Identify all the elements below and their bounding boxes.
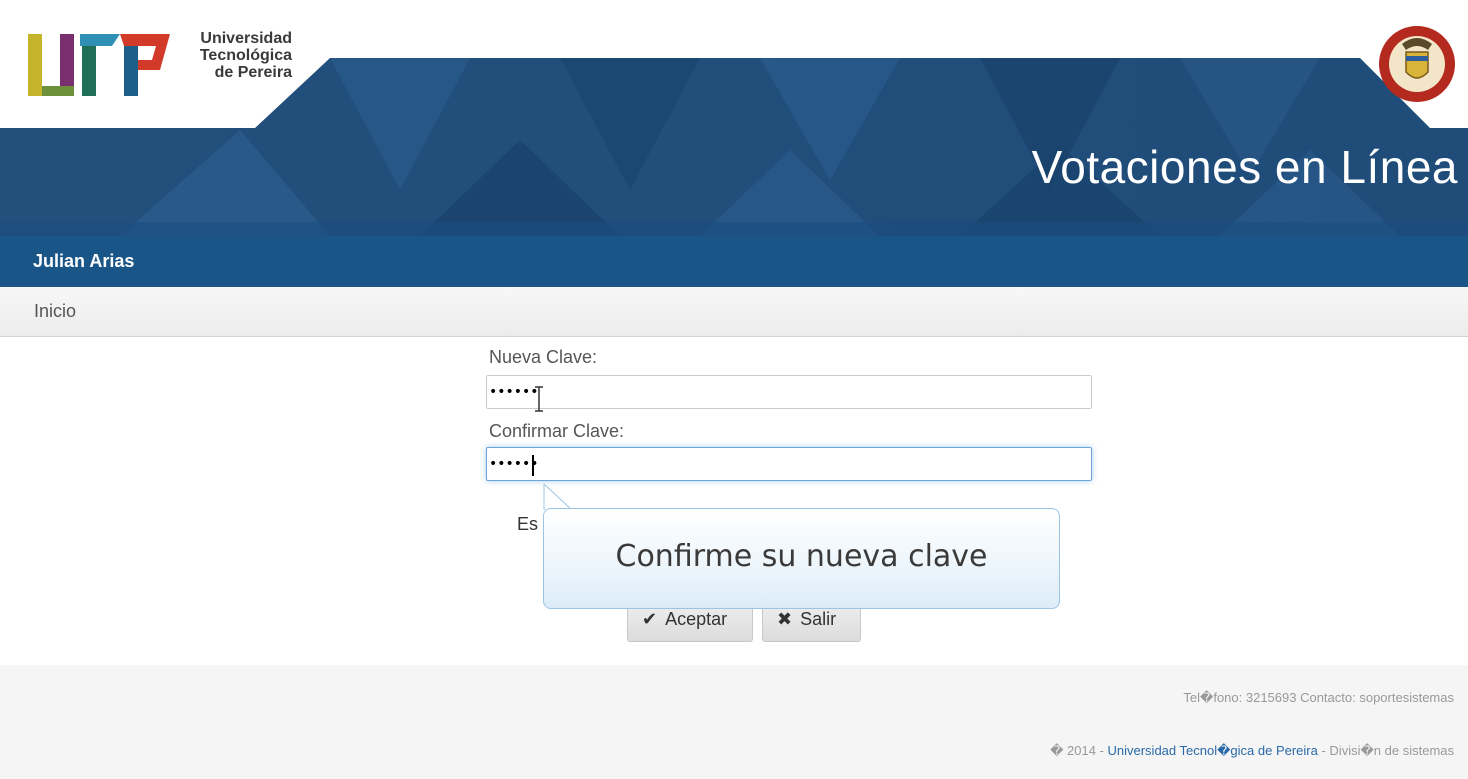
coat-of-arms-icon <box>1379 26 1455 102</box>
division-suffix: - Divisi�n de sistemas <box>1317 743 1454 758</box>
app-title: Votaciones en Línea <box>1031 141 1458 193</box>
confirm-password-field[interactable] <box>486 447 1092 481</box>
header: Universidad Tecnológica de Pereira Votac… <box>0 0 1468 236</box>
text-caret <box>532 455 534 476</box>
logo-line-3: de Pereira <box>214 64 292 81</box>
partially-hidden-text: Es <box>517 514 539 534</box>
utp-logo-text: Universidad Tecnológica de Pereira <box>192 30 312 81</box>
logo-line-1: Universidad <box>200 30 292 47</box>
check-icon: ✔ <box>642 609 658 629</box>
university-link[interactable]: Universidad Tecnol�gica de Pereira <box>1107 743 1317 758</box>
logo-line-2: Tecnológica <box>199 47 292 64</box>
close-icon: ✖ <box>777 609 793 629</box>
confirm-password-tooltip: Confirme su nueva clave <box>543 508 1060 609</box>
tooltip-arrow <box>543 484 573 510</box>
footer-contact: Tel�fono: 3215693 Contacto: soportesiste… <box>1183 690 1454 705</box>
footer: Tel�fono: 3215693 Contacto: soportesiste… <box>0 665 1468 779</box>
colombia-seal <box>1376 14 1458 114</box>
user-bar: Julian Arias <box>0 236 1468 287</box>
text-cursor-icon <box>535 386 543 412</box>
confirm-password-label: Confirmar Clave: <box>489 421 625 441</box>
utp-logo: Universidad Tecnológica de Pereira <box>20 16 320 116</box>
exit-button-label: Salir <box>800 609 837 629</box>
new-password-label: Nueva Clave: <box>489 347 598 367</box>
footer-copyright: � 2014 - Universidad Tecnol�gica de Pere… <box>1050 743 1454 759</box>
utp-logo-icon <box>28 34 170 96</box>
nav-inicio-link[interactable]: Inicio <box>34 301 76 322</box>
copyright-prefix: � 2014 - <box>1050 743 1108 758</box>
navbar: Inicio <box>0 287 1468 337</box>
new-password-field[interactable] <box>486 375 1092 409</box>
tooltip-text: Confirme su nueva clave <box>615 539 988 574</box>
user-name: Julian Arias <box>33 251 135 271</box>
accept-button-label: Aceptar <box>665 609 728 629</box>
